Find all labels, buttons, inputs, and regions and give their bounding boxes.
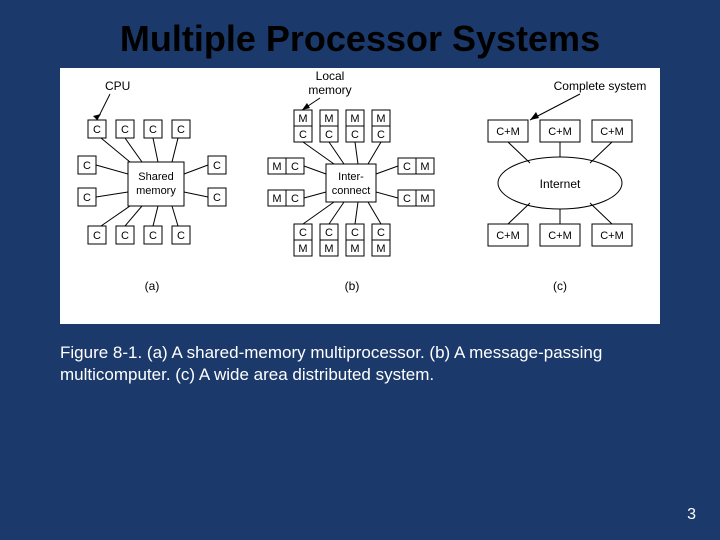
svg-text:M: M — [324, 113, 333, 125]
svg-text:C+M: C+M — [496, 230, 520, 242]
cpu-pointer-label: CPU — [105, 79, 130, 93]
svg-text:C: C — [121, 124, 129, 136]
svg-text:C: C — [403, 193, 411, 205]
diagram-c-label: (c) — [553, 279, 567, 293]
complete-system-label: Complete system — [554, 79, 647, 93]
svg-text:C: C — [291, 161, 299, 173]
svg-text:C+M: C+M — [548, 230, 572, 242]
slide-title: Multiple Processor Systems — [0, 0, 720, 68]
svg-text:C: C — [93, 230, 101, 242]
svg-text:C+M: C+M — [496, 126, 520, 138]
node-c: C — [78, 156, 128, 174]
svg-text:M: M — [420, 193, 429, 205]
svg-text:C: C — [299, 227, 307, 239]
svg-text:C: C — [213, 192, 221, 204]
svg-text:C: C — [291, 193, 299, 205]
svg-text:M: M — [376, 243, 385, 255]
node-c: C — [184, 188, 226, 206]
svg-text:C: C — [83, 160, 91, 172]
shared-memory-label-2: memory — [136, 185, 176, 197]
node-top: M C — [320, 110, 344, 164]
svg-text:C: C — [325, 227, 333, 239]
svg-text:M: M — [420, 161, 429, 173]
diagram-a-label: (a) — [145, 279, 160, 293]
svg-text:M: M — [324, 243, 333, 255]
localmem-label-2: memory — [308, 83, 351, 97]
node-bottom: C M — [320, 202, 344, 256]
node-cm: C+M — [488, 120, 530, 163]
node-bottom: C M — [346, 202, 364, 256]
node-c: C — [116, 206, 142, 244]
svg-text:M: M — [350, 243, 359, 255]
shared-memory-label-1: Shared — [138, 171, 173, 183]
diagram-b-label: (b) — [345, 279, 360, 293]
figure-caption: Figure 8-1. (a) A shared-memory multipro… — [60, 342, 660, 386]
svg-text:C: C — [177, 124, 185, 136]
node-cm: C+M — [590, 203, 632, 246]
node-cm: C+M — [540, 120, 580, 157]
svg-text:M: M — [298, 243, 307, 255]
interconnect-label-2: connect — [332, 185, 371, 197]
svg-text:C: C — [403, 161, 411, 173]
svg-text:C: C — [377, 227, 385, 239]
svg-text:C: C — [325, 129, 333, 141]
svg-text:C+M: C+M — [548, 126, 572, 138]
interconnect-label-1: Inter- — [338, 171, 364, 183]
svg-text:C: C — [83, 192, 91, 204]
node-top: M C — [346, 110, 364, 164]
node-c: C — [116, 120, 142, 162]
node-cm: C+M — [540, 209, 580, 246]
node-c: C — [144, 120, 162, 162]
svg-text:C: C — [377, 129, 385, 141]
node-right: C M — [376, 158, 434, 174]
svg-text:C: C — [351, 227, 359, 239]
diagram-b: Local memory Inter- connect M C M C M C … — [268, 69, 434, 293]
internet-label: Internet — [540, 177, 581, 191]
svg-text:M: M — [298, 113, 307, 125]
svg-text:M: M — [272, 193, 281, 205]
svg-text:C: C — [351, 129, 359, 141]
node-cm: C+M — [590, 120, 632, 163]
svg-text:C: C — [149, 124, 157, 136]
svg-text:C+M: C+M — [600, 230, 624, 242]
svg-text:C: C — [93, 124, 101, 136]
node-right: C M — [376, 190, 434, 206]
node-top: M C — [368, 110, 390, 164]
svg-text:C: C — [177, 230, 185, 242]
svg-text:C: C — [213, 160, 221, 172]
svg-text:C: C — [121, 230, 129, 242]
node-left: M C — [268, 190, 326, 206]
svg-text:C+M: C+M — [600, 126, 624, 138]
svg-text:M: M — [350, 113, 359, 125]
svg-text:C: C — [299, 129, 307, 141]
node-cm: C+M — [488, 203, 530, 246]
diagram-a: CPU Shared memory C C C C C C C C C C C … — [78, 79, 226, 293]
node-left: M C — [268, 158, 326, 174]
diagram-c: Complete system Internet C+M C+M C+M C+M… — [488, 79, 646, 293]
localmem-label-1: Local — [316, 69, 345, 83]
node-c: C — [78, 188, 128, 206]
node-c: C — [172, 206, 190, 244]
page-number: 3 — [687, 506, 696, 524]
figure-panel: CPU Shared memory C C C C C C C C C C C … — [60, 68, 660, 324]
node-c: C — [172, 120, 190, 162]
node-c: C — [184, 156, 226, 174]
node-c: C — [144, 206, 162, 244]
svg-text:M: M — [376, 113, 385, 125]
svg-text:C: C — [149, 230, 157, 242]
svg-text:M: M — [272, 161, 281, 173]
node-bottom: C M — [368, 202, 390, 256]
